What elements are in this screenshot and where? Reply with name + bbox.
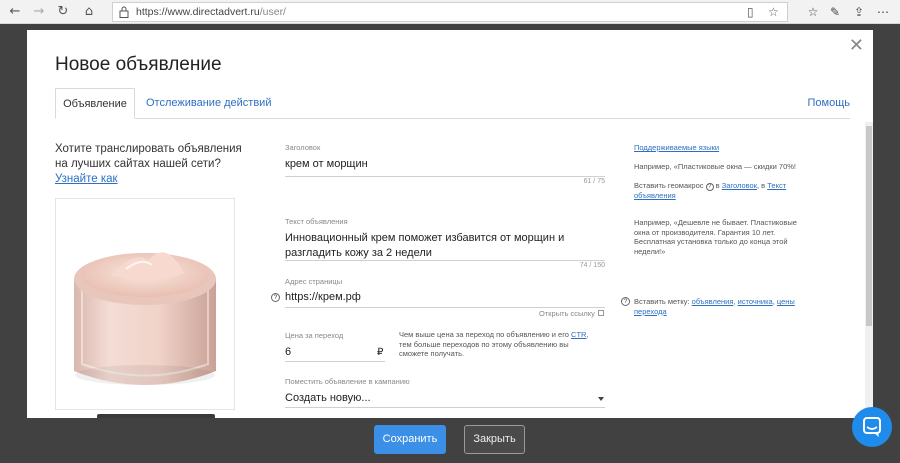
example2-line2: окна от производителя. Гарантия 10 лет. <box>634 227 776 237</box>
new-ad-dialog: ✕ Новое объявление Объявление Отслеживан… <box>27 30 873 463</box>
geo-text-link-2[interactable]: объявления <box>634 191 676 200</box>
url-help-icon[interactable]: ? <box>271 293 280 302</box>
insert-tags: Вставить метку: объявления, источника, ц… <box>634 297 824 316</box>
price-note-prefix: Чем выше цена за переход по объявлению и… <box>399 330 572 339</box>
reading-view-icon[interactable]: ▯ <box>747 5 754 19</box>
tag-price-link-2[interactable]: перехода <box>634 307 667 316</box>
currency-sign: ₽ <box>377 347 384 358</box>
price-label: Цена за переход <box>285 331 344 340</box>
geo-prefix: Вставить геомакрос <box>634 181 706 190</box>
example2-line3: Бесплатная установка только до конца это… <box>634 237 788 246</box>
headline-input[interactable]: крем от морщин <box>285 157 605 172</box>
headline-underline <box>285 176 605 177</box>
geo-or: , в <box>757 181 768 190</box>
refresh-icon[interactable]: ↻ <box>54 3 72 21</box>
url-host: https://www.directadvert.ru <box>136 6 260 18</box>
more-menu-icon[interactable]: ⋯ <box>874 3 892 21</box>
campaign-label: Поместить объявление в кампанию <box>285 377 410 386</box>
tag-sources-link[interactable]: источника <box>738 297 773 306</box>
dialog-title: Новое объявление <box>55 54 222 75</box>
campaign-underline <box>285 407 605 408</box>
chevron-down-icon[interactable] <box>598 397 604 401</box>
home-icon[interactable]: ⌂ <box>80 3 98 21</box>
languages-link[interactable]: Поддерживаемые языки <box>634 143 719 153</box>
save-button[interactable]: Сохранить <box>374 425 446 454</box>
url-text: https://www.directadvert.ru/user/ <box>136 6 286 18</box>
chat-icon <box>863 417 881 437</box>
price-note-line3: сможете получать. <box>399 349 465 358</box>
languages-link-text[interactable]: Поддерживаемые языки <box>634 143 719 152</box>
example2-line1: Например, «Дешевле не бывает. Пластиковы… <box>634 218 797 227</box>
body-counter: 74 / 150 <box>579 262 605 269</box>
url-underline <box>285 307 605 308</box>
url-label: Адрес страницы <box>285 277 343 286</box>
browser-toolbar: ← → ↻ ⌂ https://www.directadvert.ru/user… <box>0 0 900 24</box>
body-line1: Инновационный крем поможет избавится от … <box>285 232 565 244</box>
example2: Например, «Дешевле не бывает. Пластиковы… <box>634 218 824 256</box>
learn-how-link[interactable]: Узнайте как <box>55 172 118 187</box>
promo-text-line2: на лучших сайтах нашей сети? <box>55 158 221 170</box>
close-dialog-icon[interactable]: ✕ <box>849 35 864 56</box>
url-input[interactable]: https://крем.рф <box>285 290 605 305</box>
forward-icon[interactable]: → <box>30 3 48 21</box>
dialog-tabs: Объявление Отслеживание действий Помощь <box>55 88 850 119</box>
tag-price-link[interactable]: цены <box>777 297 795 306</box>
example2-line4: недели!» <box>634 246 666 256</box>
tag-ads-link[interactable]: объявления <box>692 297 734 306</box>
help-link[interactable]: Помощь <box>808 88 851 119</box>
favorite-star-icon[interactable]: ☆ <box>768 5 779 19</box>
geo-headline-link[interactable]: Заголовок <box>722 181 757 190</box>
dialog-footer: Сохранить Закрыть <box>27 418 873 463</box>
geo-help-icon[interactable]: ? <box>705 183 714 191</box>
price-note-line2: тем больше переходов по этому объявлению… <box>399 339 569 349</box>
lock-icon <box>119 6 129 18</box>
campaign-select[interactable]: Создать новую... <box>285 391 605 406</box>
url-path: /user/ <box>259 6 286 18</box>
ctr-link[interactable]: CTR <box>571 330 586 339</box>
headline-label: Заголовок <box>285 143 321 152</box>
promo-block: Хотите транслировать объявления на лучши… <box>55 142 255 187</box>
tab-action-tracking[interactable]: Отслеживание действий <box>146 88 271 119</box>
address-bar[interactable]: https://www.directadvert.ru/user/ ▯ ☆ <box>112 2 788 22</box>
tags-prefix: Вставить метку: <box>634 297 692 306</box>
scrollbar-thumb[interactable] <box>866 126 872 326</box>
notes-pen-icon[interactable]: ✎ <box>826 3 844 21</box>
geo-text-link[interactable]: Текст <box>767 181 786 190</box>
body-underline <box>285 260 605 261</box>
favorites-hub-icon[interactable]: ☆ <box>804 3 822 21</box>
tags-help-icon[interactable]: ? <box>621 297 630 306</box>
geo-macro: Вставить геомакрос ? в Заголовок, в Текс… <box>634 181 814 201</box>
body-label: Текст объявления <box>285 217 348 226</box>
tab-ad[interactable]: Объявление <box>55 88 135 119</box>
price-note: Чем выше цена за переход по объявлению и… <box>399 330 609 359</box>
body-line2: разгладить кожу за 2 недели <box>285 247 432 259</box>
body-input[interactable]: Инновационный крем поможет избавится от … <box>285 231 605 261</box>
price-input[interactable]: 6 <box>285 345 291 360</box>
share-icon[interactable]: ⇪ <box>850 3 868 21</box>
promo-text-line1: Хотите транслировать объявления <box>55 143 242 155</box>
ad-image[interactable] <box>55 198 235 410</box>
headline-counter: 61 / 75 <box>583 178 605 185</box>
example1: Например, «Пластиковые окна — скидки 70%… <box>634 162 797 171</box>
back-icon[interactable]: ← <box>6 3 24 21</box>
price-underline <box>285 361 385 362</box>
geo-in: в <box>713 181 722 190</box>
cream-jar-image <box>74 252 216 385</box>
chat-widget-button[interactable] <box>852 407 892 447</box>
open-link[interactable]: Открыть ссылку <box>539 309 595 318</box>
close-button[interactable]: Закрыть <box>464 425 525 454</box>
price-note-comma: , <box>586 330 589 339</box>
dialog-scrollbar[interactable] <box>865 122 873 422</box>
external-link-icon[interactable] <box>598 310 604 316</box>
